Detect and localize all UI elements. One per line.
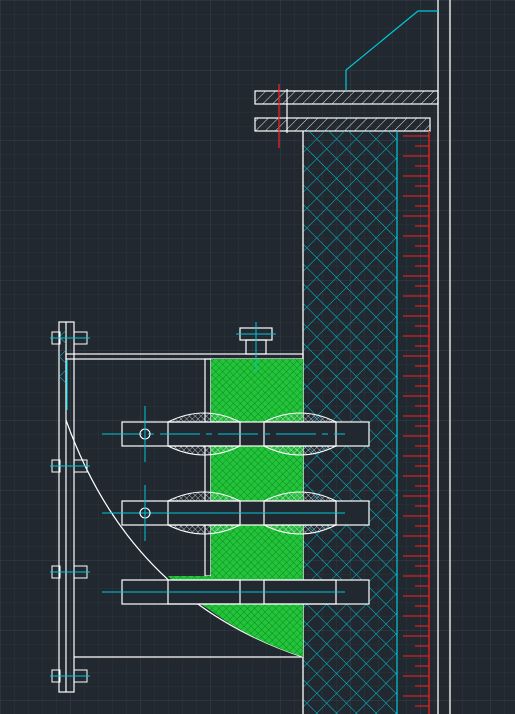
top-plate-1[interactable]: [254, 90, 439, 105]
top-plate-2[interactable]: [254, 117, 431, 132]
anchor-bolt-3[interactable]: [102, 579, 370, 605]
cad-drawing-canvas[interactable]: [0, 0, 515, 714]
upright-hatch: [60, 324, 66, 384]
